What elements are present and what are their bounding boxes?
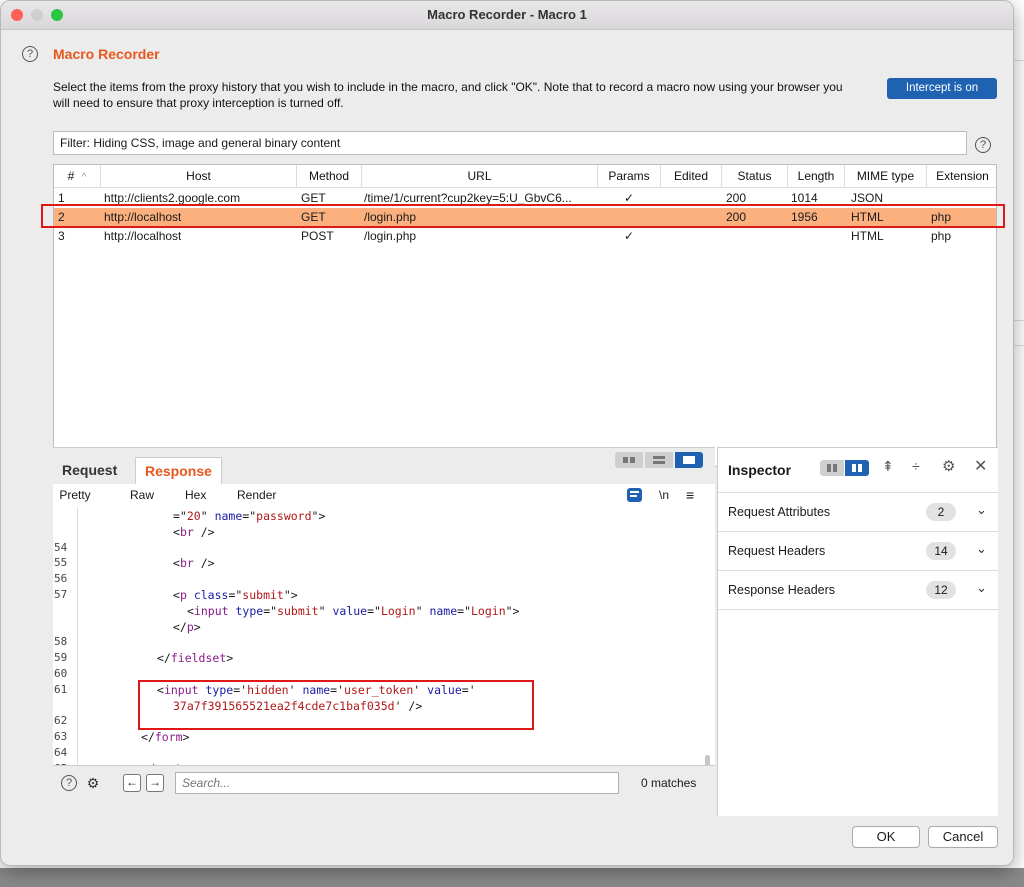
line-number: 60 [54, 667, 68, 680]
cell-host: http://localhost [104, 229, 182, 243]
line-number: 55 [54, 556, 68, 570]
layout-toggle-group [615, 452, 705, 468]
line-number: 58 [54, 635, 68, 649]
layout-stacked-icon[interactable] [645, 452, 673, 468]
ok-button[interactable]: OK [852, 826, 920, 848]
column-header-length[interactable]: Length [788, 165, 845, 188]
column-header-number[interactable]: # ^ [54, 165, 101, 188]
newline-toggle[interactable]: \n [659, 484, 669, 507]
line-number: 54 [54, 540, 68, 554]
inspector-section-response-headers[interactable]: Response Headers 12 ⌄ [718, 571, 998, 610]
chevron-down-icon: ⌄ [976, 580, 987, 595]
highlight-box-selected-row [41, 204, 1005, 228]
line-number: 59 [54, 651, 68, 665]
tab-request[interactable]: Request [53, 457, 126, 483]
view-subtabs: Pretty Raw Hex Render \n ≡ [53, 484, 715, 509]
line-number: 63 [54, 730, 68, 744]
subtab-render[interactable]: Render [237, 484, 276, 507]
inspector-layout-left-icon[interactable] [820, 460, 844, 476]
inspector-section-request-attributes[interactable]: Request Attributes 2 ⌄ [718, 493, 998, 532]
subtab-hex[interactable]: Hex [185, 484, 206, 507]
search-help-icon[interactable]: ? [61, 775, 77, 791]
table-row[interactable]: 3 http://localhost POST /login.php ✓ HTM… [54, 227, 996, 246]
menu-icon[interactable]: ≡ [686, 484, 694, 507]
cell-mime-type: HTML [851, 229, 884, 243]
search-settings-gear-icon[interactable]: ⚙ [84, 774, 102, 792]
column-header-url[interactable]: URL [362, 165, 598, 188]
inspector-settings-gear-icon[interactable]: ⚙ [942, 457, 955, 475]
code-line: ="20" name="password"> [173, 509, 326, 523]
next-match-button[interactable]: → [146, 774, 164, 792]
subtab-pretty[interactable]: Pretty [53, 484, 97, 509]
highlight-box-user-token [138, 680, 534, 730]
sort-ascending-icon: ^ [81, 172, 87, 183]
column-header-method[interactable]: Method [297, 165, 362, 188]
tab-response[interactable]: Response [135, 457, 222, 484]
window-title: Macro Recorder - Macro 1 [427, 7, 587, 22]
params-check-icon: ✓ [624, 229, 635, 243]
layout-side-by-side-icon[interactable] [615, 452, 643, 468]
intercept-toggle-button[interactable]: Intercept is on [887, 78, 997, 99]
column-header-mime-type[interactable]: MIME type [845, 165, 927, 188]
cell-method: POST [301, 229, 334, 243]
chevron-down-icon: ⌄ [976, 541, 987, 556]
macro-recorder-window: Macro Recorder - Macro 1 ? Macro Recorde… [0, 0, 1014, 866]
count-badge: 12 [926, 581, 956, 599]
code-line: </fieldset> [157, 651, 234, 666]
line-number: 62 [54, 714, 68, 728]
inspector-section-request-headers[interactable]: Request Headers 14 ⌄ [718, 532, 998, 571]
cell-url: /login.php [364, 229, 417, 243]
collapse-all-icon[interactable]: ÷ [912, 458, 920, 474]
column-header-status[interactable]: Status [722, 165, 788, 188]
expand-all-icon[interactable]: ⇞ [882, 458, 894, 475]
cell-number: 3 [58, 229, 65, 243]
layout-single-icon[interactable] [675, 452, 703, 468]
filter-bar[interactable]: Filter: Hiding CSS, image and general bi… [53, 131, 967, 155]
section-label: Request Headers [728, 544, 826, 558]
column-header-params[interactable]: Params [598, 165, 661, 188]
search-bar: ? ⚙ ← → 0 matches [53, 765, 715, 817]
cell-extension: php [931, 229, 952, 243]
code-line: <input type="submit" value="Login" name=… [187, 603, 520, 618]
code-line: <br /> [173, 556, 215, 571]
code-line: </form> [141, 730, 190, 745]
section-label: Response Headers [728, 583, 836, 597]
search-input[interactable] [175, 772, 619, 794]
section-label: Request Attributes [728, 505, 831, 519]
code-line: <br /> [173, 524, 215, 539]
code-line: <p class="submit"> [173, 588, 298, 602]
previous-match-button[interactable]: ← [123, 774, 141, 792]
help-icon[interactable]: ? [22, 46, 38, 62]
line-number: 56 [54, 572, 68, 586]
inspector-layout-right-icon[interactable] [845, 460, 869, 476]
chevron-down-icon: ⌄ [976, 502, 987, 517]
background-shadow [0, 868, 1024, 887]
dialog-description: Select the items from the proxy history … [53, 80, 843, 110]
cancel-button[interactable]: Cancel [928, 826, 998, 848]
column-header-extension[interactable]: Extension [927, 165, 996, 188]
column-header-host[interactable]: Host [101, 165, 297, 188]
column-header-edited[interactable]: Edited [661, 165, 722, 188]
dialog-heading: Macro Recorder [53, 46, 160, 62]
inspector-title: Inspector [728, 462, 792, 478]
column-header-label: # [67, 169, 75, 183]
word-wrap-icon[interactable] [627, 488, 642, 502]
inspector-layout-toggle [820, 460, 870, 476]
filter-help-icon[interactable]: ? [975, 137, 991, 153]
line-number: 57 [54, 588, 68, 601]
line-number: 64 [54, 746, 68, 759]
dialog-content: ? Macro Recorder Select the items from t… [1, 30, 1013, 865]
code-line: </p> [173, 619, 201, 634]
subtab-raw[interactable]: Raw [130, 484, 154, 507]
close-inspector-icon[interactable]: ✕ [974, 456, 987, 476]
inspector-panel: Inspector ⇞ ÷ ⚙ ✕ Request Attributes 2 ⌄ [717, 447, 998, 816]
editor-tab-bar: Request Response [53, 448, 715, 484]
message-editor: Request Response Pretty Raw Hex Render \… [53, 447, 715, 817]
title-bar: Macro Recorder - Macro 1 [1, 1, 1013, 30]
line-number: 61 [54, 682, 68, 696]
count-badge: 2 [926, 503, 956, 521]
count-badge: 14 [926, 542, 956, 560]
match-count: 0 matches [641, 776, 697, 790]
